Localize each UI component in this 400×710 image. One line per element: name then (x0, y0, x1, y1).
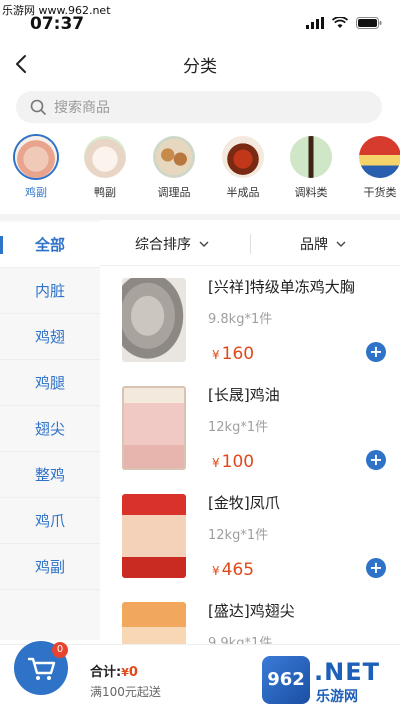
chevron-down-icon (199, 241, 209, 247)
product-name: [长晟]鸡油 (208, 386, 280, 404)
minimum-order-note: 满100元起送 (90, 685, 161, 699)
category-label: 调理品 (157, 186, 191, 199)
product-spec: 12kg*1件 (208, 528, 269, 543)
product-image (122, 386, 186, 470)
total-label: 合计: (90, 665, 122, 680)
sidebar-item-label: 鸡腿 (34, 374, 65, 392)
currency-symbol: ¥ (212, 348, 220, 362)
category-label: 鸭副 (94, 186, 116, 199)
nav-bar: 分类 (0, 44, 400, 86)
sidebar-item-wings[interactable]: 鸡翅 (0, 314, 100, 360)
category-chicken-parts[interactable]: 鸡副 (8, 136, 64, 200)
status-icons (306, 17, 382, 29)
subcategory-sidebar: 全部 内脏 鸡翅 鸡腿 翅尖 整鸡 鸡爪 鸡副 (0, 220, 100, 640)
sort-bar: 综合排序 品牌 (100, 222, 400, 266)
product-item[interactable]: [长晟]鸡油 12kg*1件 ¥100 + (100, 374, 400, 482)
product-item[interactable]: [盛达]鸡翅尖 9.9kg*1件 (100, 590, 400, 644)
wifi-icon (332, 17, 348, 28)
currency-symbol: ¥ (212, 456, 220, 470)
total-amount: 0 (128, 665, 138, 680)
category-image (222, 136, 264, 178)
category-carousel: 鸡副 鸭副 调理品 半成品 调料类 干货类 (0, 136, 400, 206)
watermark-net: .NET (314, 658, 380, 686)
sidebar-item-label: 鸡爪 (34, 512, 65, 530)
search-input[interactable] (54, 91, 354, 123)
product-spec: 9.9kg*1件 (208, 636, 273, 644)
price-value: 100 (221, 452, 255, 472)
category-seasoning[interactable]: 调料类 (283, 136, 339, 200)
product-image (122, 602, 186, 644)
page-title: 分类 (183, 57, 217, 77)
product-spec: 9.8kg*1件 (208, 312, 273, 327)
search-icon (30, 99, 46, 115)
watermark-logo: 962 (262, 656, 310, 704)
sidebar-item-feet[interactable]: 鸡爪 (0, 498, 100, 544)
product-price: ¥100 (212, 452, 254, 472)
category-image (290, 136, 332, 178)
cart-count-badge: 0 (52, 642, 68, 658)
category-image (153, 136, 195, 178)
brand-watermark: 962 .NET 乐游网 (262, 656, 396, 708)
category-semi-finished[interactable]: 半成品 (215, 136, 271, 200)
active-indicator (0, 236, 3, 254)
price-value: 465 (221, 560, 255, 580)
sort-label: 综合排序 (135, 237, 191, 253)
product-image (122, 278, 186, 362)
currency-symbol: ¥ (121, 666, 129, 679)
product-price: ¥465 (212, 560, 254, 580)
brand-filter-dropdown[interactable]: 品牌 (300, 234, 346, 254)
product-item[interactable]: [金牧]凤爪 12kg*1件 ¥465 + (100, 482, 400, 590)
sort-separator (250, 234, 251, 254)
sidebar-item-label: 内脏 (34, 282, 65, 300)
sidebar-item-chicken-parts[interactable]: 鸡副 (0, 544, 100, 590)
product-name: [兴祥]特级单冻鸡大胸 (208, 278, 355, 296)
cart-total: 合计:¥0 (90, 661, 138, 680)
sidebar-item-label: 鸡副 (34, 558, 65, 576)
sidebar-item-label: 鸡翅 (34, 328, 65, 346)
category-label: 鸡副 (25, 186, 47, 199)
product-list: [兴祥]特级单冻鸡大胸 9.8kg*1件 ¥160 + [长晟]鸡油 12kg*… (100, 266, 400, 644)
category-label: 半成品 (226, 186, 260, 199)
category-image (84, 136, 126, 178)
sidebar-item-label: 全部 (34, 236, 65, 254)
search-bar[interactable] (16, 91, 382, 123)
price-value: 160 (221, 344, 255, 364)
sidebar-item-legs[interactable]: 鸡腿 (0, 360, 100, 406)
signal-icon (306, 17, 324, 29)
sidebar-item-wing-tips[interactable]: 翅尖 (0, 406, 100, 452)
product-image (122, 494, 186, 578)
category-dry-goods[interactable]: 干货类 (352, 136, 400, 200)
status-bar: 07:37 (0, 12, 400, 38)
sidebar-item-label: 整鸡 (34, 466, 65, 484)
sidebar-item-all[interactable]: 全部 (0, 222, 100, 268)
product-spec: 12kg*1件 (208, 420, 269, 435)
category-prepared[interactable]: 调理品 (146, 136, 202, 200)
product-name: [金牧]凤爪 (208, 494, 280, 512)
chevron-down-icon (336, 241, 346, 247)
category-duck-parts[interactable]: 鸭副 (77, 136, 133, 200)
add-to-cart-button[interactable]: + (366, 450, 386, 470)
category-image (359, 136, 400, 178)
watermark-cn: 乐游网 (316, 689, 358, 705)
category-label: 调料类 (294, 186, 328, 199)
brand-label: 品牌 (300, 237, 328, 253)
sidebar-item-label: 翅尖 (34, 420, 65, 438)
product-item[interactable]: [兴祥]特级单冻鸡大胸 9.8kg*1件 ¥160 + (100, 266, 400, 374)
product-name: [盛达]鸡翅尖 (208, 602, 295, 620)
battery-icon (356, 17, 382, 29)
currency-symbol: ¥ (212, 564, 220, 578)
sidebar-item-whole-chicken[interactable]: 整鸡 (0, 452, 100, 498)
sort-composite-dropdown[interactable]: 综合排序 (135, 234, 209, 254)
total-value: ¥0 (121, 665, 138, 680)
add-to-cart-button[interactable]: + (366, 342, 386, 362)
category-label: 干货类 (363, 186, 397, 199)
category-image (15, 136, 57, 178)
product-price: ¥160 (212, 344, 254, 364)
sidebar-item-offal[interactable]: 内脏 (0, 268, 100, 314)
status-time: 07:37 (30, 14, 85, 34)
add-to-cart-button[interactable]: + (366, 558, 386, 578)
